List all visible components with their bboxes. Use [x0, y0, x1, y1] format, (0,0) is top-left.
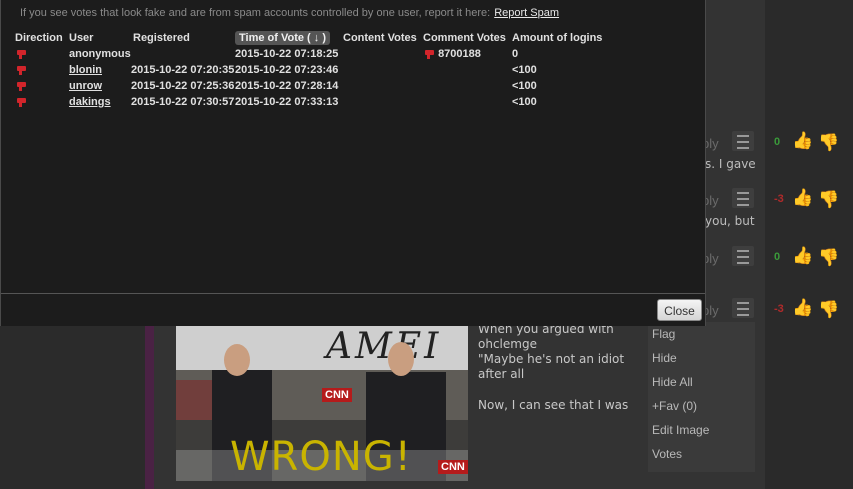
thumbs-down-icon [15, 97, 27, 108]
comment-votes-cell [423, 94, 512, 110]
thumbs-down-icon[interactable]: 👎 [818, 190, 839, 210]
thumbs-down-icon[interactable]: 👎 [818, 133, 839, 153]
table-row: unrow 2015-10-22 07:25:36 2015-10-22 07:… [15, 78, 612, 94]
page-background-right [765, 0, 853, 489]
thumbs-up-icon[interactable]: 👍 [792, 131, 813, 151]
comment-score: 0 [774, 136, 781, 148]
comment-votes-value: 8700188 [438, 48, 481, 60]
user-cell: anonymous [69, 48, 131, 60]
table-row: blonin 2015-10-22 07:20:35 2015-10-22 07… [15, 62, 612, 78]
comment-votes-cell [423, 62, 512, 78]
thumbs-up-icon[interactable]: 👍 [792, 188, 813, 208]
menu-item-hide[interactable]: Hide [648, 346, 755, 370]
comment-menu-button[interactable] [732, 188, 754, 208]
comment-menu-button[interactable] [732, 131, 754, 151]
comment-action-row: ply -3 👍 👎 [700, 188, 853, 212]
comment-action-row: ply 0 👍 👎 [700, 246, 853, 270]
user-profile-link[interactable]: unrow [69, 80, 102, 92]
thumbs-down-icon [15, 81, 27, 92]
menu-item-hide-all[interactable]: Hide All [648, 370, 755, 394]
cnn-logo: CNN [322, 388, 352, 402]
logins-cell: <100 [512, 96, 537, 108]
content-votes-cell [343, 46, 423, 62]
comment-context-menu: Flag Hide Hide All +Fav (0) Edit Image V… [648, 322, 755, 472]
gif-banner-text: AMEI [326, 326, 442, 367]
gif-banner: AMEI [176, 320, 468, 370]
registered-cell: 2015-10-22 07:30:57 [131, 96, 235, 108]
comment-indent-stripe [145, 320, 154, 489]
content-votes-cell [343, 94, 423, 110]
comment-snippet: s. I gave [705, 157, 756, 171]
comment-menu-button[interactable] [732, 246, 754, 266]
user-cell: blonin [69, 62, 131, 78]
comment-body: When you argued with ohclemge "Maybe he'… [478, 322, 650, 413]
menu-item-edit-image[interactable]: Edit Image [648, 418, 755, 442]
comment-line: When you argued with ohclemge [478, 322, 614, 351]
gif-caption: WRONG! [230, 434, 412, 480]
user-cell: dakings [69, 94, 131, 110]
user-profile-link[interactable]: dakings [69, 96, 111, 108]
table-row: dakings 2015-10-22 07:30:57 2015-10-22 0… [15, 94, 612, 110]
logins-cell: <100 [512, 80, 537, 92]
menu-item-fav[interactable]: +Fav (0) [648, 394, 755, 418]
spam-notice: If you see votes that look fake and are … [20, 7, 559, 19]
comment-image[interactable]: AMEI CNN CNN WRONG! [176, 320, 468, 481]
registered-cell [131, 46, 235, 62]
dialog-footer [1, 293, 705, 326]
comment-votes-cell [423, 78, 512, 94]
logins-cell: 0 [512, 48, 519, 60]
comment-menu-button[interactable] [732, 298, 754, 318]
column-header-logins[interactable]: Amount of logins [512, 29, 612, 46]
report-spam-link[interactable]: Report Spam [494, 7, 559, 19]
column-header-direction[interactable]: Direction [15, 29, 69, 46]
vote-direction-cell [15, 62, 69, 78]
menu-item-votes[interactable]: Votes [648, 442, 755, 466]
time-cell: 2015-10-22 07:18:25 [235, 48, 339, 60]
content-votes-cell [343, 78, 423, 94]
comment-action-row: ply -3 👍 👎 [700, 298, 853, 322]
close-button[interactable]: Close [657, 299, 702, 321]
thumbs-down-icon[interactable]: 👎 [818, 248, 839, 268]
thumbs-up-icon[interactable]: 👍 [792, 298, 813, 318]
user-profile-link[interactable]: blonin [69, 64, 102, 76]
vote-direction-cell [15, 78, 69, 94]
comment-score: -3 [774, 193, 784, 205]
column-header-comment-votes[interactable]: Comment Votes [423, 29, 512, 46]
comment-votes-cell: 8700188 [423, 46, 512, 62]
votes-table: Direction User Registered Time of Vote (… [15, 29, 612, 110]
user-cell: unrow [69, 78, 131, 94]
logins-cell: <100 [512, 64, 537, 76]
sorted-column-label[interactable]: Time of Vote ( ↓ ) [235, 30, 330, 45]
thumbs-down-icon[interactable]: 👎 [818, 300, 839, 320]
comment-line: "Maybe he's not an idiot after all [478, 352, 625, 381]
person-right-face [388, 342, 414, 376]
person-left-face [224, 344, 250, 376]
time-cell: 2015-10-22 07:23:46 [235, 64, 339, 76]
table-header-row: Direction User Registered Time of Vote (… [15, 29, 612, 46]
spam-notice-text: If you see votes that look fake and are … [20, 7, 491, 19]
registered-cell: 2015-10-22 07:25:36 [131, 80, 235, 92]
time-cell: 2015-10-22 07:33:13 [235, 96, 339, 108]
content-votes-cell [343, 62, 423, 78]
comment-snippet: you, but [705, 214, 755, 228]
column-header-registered[interactable]: Registered [131, 29, 235, 46]
comment-score: -3 [774, 303, 784, 315]
registered-cell: 2015-10-22 07:20:35 [131, 64, 235, 76]
comment-action-row: ply 0 👍 👎 [700, 131, 853, 155]
time-cell: 2015-10-22 07:28:14 [235, 80, 339, 92]
column-header-time[interactable]: Time of Vote ( ↓ ) [235, 29, 343, 46]
vote-direction-cell [15, 46, 69, 62]
comment-score: 0 [774, 251, 781, 263]
cnn-logo: CNN [438, 460, 468, 474]
thumbs-down-icon [15, 49, 27, 60]
table-row: anonymous 2015-10-22 07:18:25 8700188 0 [15, 46, 612, 62]
column-header-user[interactable]: User [69, 29, 131, 46]
comment-line: Now, I can see that I was [478, 398, 629, 412]
votes-dialog: If you see votes that look fake and are … [0, 0, 706, 326]
thumbs-down-icon [15, 65, 27, 76]
vote-direction-cell [15, 94, 69, 110]
thumbs-down-icon [423, 49, 435, 60]
column-header-content-votes[interactable]: Content Votes [343, 29, 423, 46]
thumbs-up-icon[interactable]: 👍 [792, 246, 813, 266]
